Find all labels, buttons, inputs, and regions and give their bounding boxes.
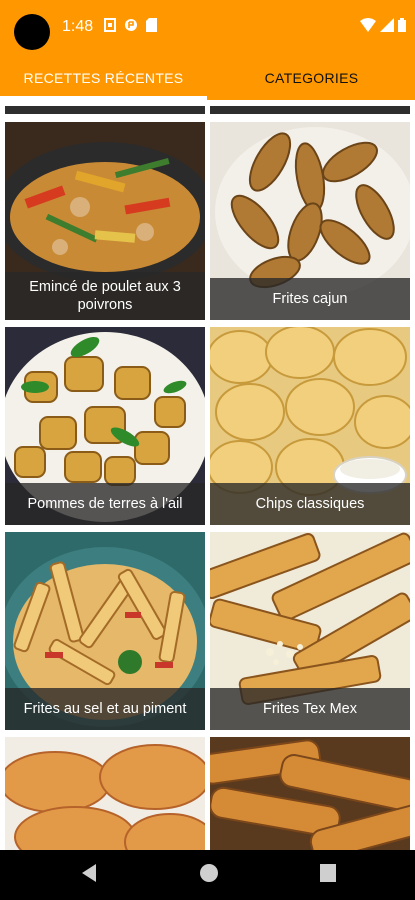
- recipe-title: Chips classiques: [210, 483, 410, 525]
- recipe-title: Frites cajun: [210, 278, 410, 320]
- recipe-card[interactable]: [210, 737, 410, 850]
- recipe-card[interactable]: Emincé de poulet aux 3 poivrons: [5, 122, 205, 320]
- recipe-card[interactable]: [5, 737, 205, 850]
- back-icon[interactable]: [80, 862, 98, 889]
- wifi-icon: [360, 18, 376, 32]
- recipe-title: Frites au sel et au piment: [5, 688, 205, 730]
- recipe-card[interactable]: Chips classiques: [210, 327, 410, 525]
- system-navigation-bar: [0, 850, 415, 900]
- status-bar: 1:48: [0, 0, 415, 52]
- battery-icon: [398, 18, 406, 32]
- recipe-title: Emincé de poulet aux 3 poivrons: [5, 271, 205, 320]
- tab-categories[interactable]: CATEGORIES: [208, 56, 415, 100]
- app-bar: 1:48 RECETTES RÉCENTES CATEGORIES: [0, 0, 415, 100]
- recents-icon[interactable]: [318, 862, 338, 889]
- signal-icon: [380, 18, 394, 32]
- recipe-card[interactable]: Frites cajun: [210, 122, 410, 320]
- tab-recent-recipes[interactable]: RECETTES RÉCENTES: [0, 56, 207, 100]
- sd-card-icon: [146, 18, 157, 32]
- home-icon[interactable]: [198, 862, 220, 889]
- tab-bar: RECETTES RÉCENTES CATEGORIES: [0, 56, 415, 100]
- recipe-card-partial[interactable]: [5, 106, 205, 114]
- camera-cutout: [14, 14, 50, 50]
- app-status-icon: [124, 18, 138, 32]
- recipe-card-partial[interactable]: [210, 106, 410, 114]
- recipe-image: [5, 737, 205, 850]
- recipe-card[interactable]: Frites au sel et au piment: [5, 532, 205, 730]
- recipe-card[interactable]: Pommes de terres à l'ail: [5, 327, 205, 525]
- recipe-title: Pommes de terres à l'ail: [5, 483, 205, 525]
- recipe-title: Frites Tex Mex: [210, 688, 410, 730]
- recipe-card[interactable]: Frites Tex Mex: [210, 532, 410, 730]
- status-time: 1:48: [62, 18, 94, 35]
- recipe-image: [210, 737, 410, 850]
- notification-icon: [104, 18, 116, 32]
- recipe-grid[interactable]: Emincé de poulet aux 3 poivrons Frites c…: [0, 100, 415, 850]
